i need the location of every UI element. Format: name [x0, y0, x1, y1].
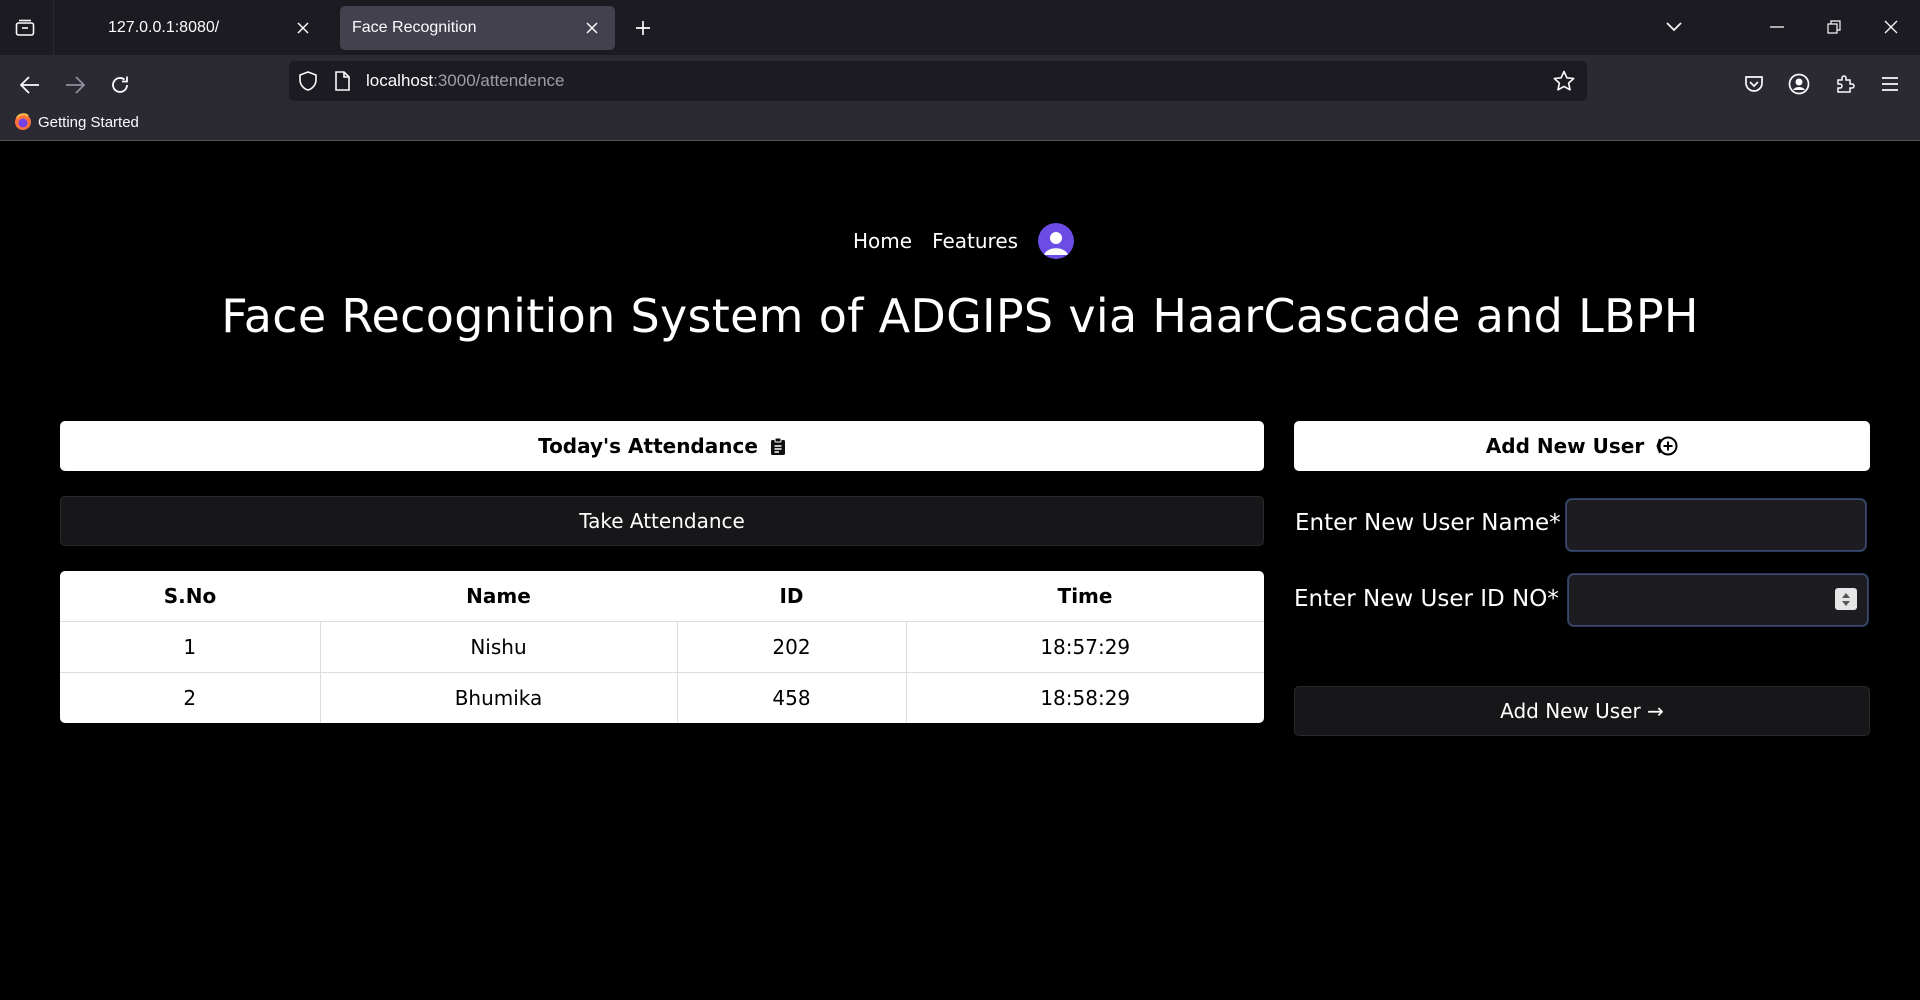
- page-title: Face Recognition System of ADGIPS via Ha…: [221, 289, 1699, 343]
- tracking-shield-icon[interactable]: [297, 70, 319, 92]
- tab-title: Face Recognition: [352, 19, 477, 36]
- forward-arrow-icon[interactable]: [55, 65, 95, 105]
- bookmark-getting-started[interactable]: Getting Started: [14, 113, 139, 131]
- user-name-input[interactable]: [1566, 499, 1866, 551]
- firefox-logo-icon: [15, 113, 31, 130]
- site-nav: Home Features: [853, 221, 1075, 261]
- tab-separator: [53, 0, 54, 55]
- url-path: :3000/attendence: [433, 71, 565, 90]
- nav-link-home[interactable]: Home: [853, 229, 912, 253]
- number-spinner-icon[interactable]: [1835, 588, 1857, 610]
- restore-window-icon[interactable]: [1817, 12, 1851, 42]
- column-header-id: ID: [779, 583, 804, 608]
- cell-name: Bhumika: [319, 671, 677, 723]
- menu-hamburger-icon[interactable]: [1871, 65, 1909, 103]
- url-bar[interactable]: localhost:3000/attendence: [289, 61, 1587, 101]
- cell-sno: 2: [60, 671, 320, 723]
- add-circle-icon: [1656, 436, 1678, 456]
- browser-tab-face-recognition[interactable]: Face Recognition: [340, 6, 615, 50]
- add-new-user-submit-button[interactable]: Add New User →: [1294, 686, 1870, 736]
- list-all-tabs-chevron-icon[interactable]: [1657, 12, 1691, 42]
- back-arrow-icon[interactable]: [10, 65, 50, 105]
- clipboard-icon: [770, 437, 785, 455]
- tab-title: 127.0.0.1:8080/: [108, 19, 220, 36]
- user-avatar-icon[interactable]: [1038, 223, 1075, 259]
- user-id-input[interactable]: [1568, 574, 1868, 626]
- column-header-sno: S.No: [163, 583, 217, 608]
- attendance-table: S.No Name ID Time 1 Nishu 202 18:57:29 2…: [60, 571, 1264, 723]
- column-header-name: Name: [466, 583, 531, 608]
- cell-time: 18:58:29: [905, 671, 1264, 723]
- column-header-time: Time: [1057, 583, 1113, 608]
- pocket-icon[interactable]: [1735, 65, 1773, 103]
- url-text[interactable]: localhost:3000/attendence: [366, 71, 565, 91]
- bookmark-label: Getting Started: [38, 113, 139, 131]
- reload-icon[interactable]: [100, 65, 140, 105]
- browser-tabbar: 127.0.0.1:8080/ Face Recognition: [0, 0, 1920, 55]
- table-row: 2 Bhumika 458 18:58:29: [60, 671, 1264, 723]
- browser-tab-localhost-8080[interactable]: 127.0.0.1:8080/: [82, 6, 326, 50]
- take-attendance-button[interactable]: Take Attendance: [60, 496, 1264, 546]
- todays-attendance-header: Today's Attendance: [60, 421, 1264, 471]
- minimize-window-icon[interactable]: [1760, 12, 1794, 42]
- tab-list-icon[interactable]: [10, 14, 40, 42]
- bookmark-star-icon[interactable]: [1553, 70, 1575, 92]
- cell-name: Nishu: [319, 620, 677, 672]
- new-tab-plus-icon[interactable]: [629, 14, 657, 42]
- close-window-icon[interactable]: [1874, 12, 1908, 42]
- close-tab-icon[interactable]: [292, 17, 314, 39]
- user-id-label: Enter New User ID NO*: [1294, 586, 1559, 612]
- user-name-label: Enter New User Name*: [1295, 510, 1561, 536]
- nav-link-features[interactable]: Features: [932, 229, 1018, 253]
- add-new-user-header-label: Add New User: [1485, 434, 1645, 458]
- extensions-puzzle-icon[interactable]: [1826, 65, 1864, 103]
- cell-id: 202: [676, 620, 906, 672]
- url-host: localhost: [366, 71, 434, 90]
- cell-sno: 1: [60, 620, 320, 672]
- table-row: 1 Nishu 202 18:57:29: [60, 620, 1264, 672]
- page-content: Home Features Face Recognition System of…: [0, 141, 1920, 1000]
- cell-time: 18:57:29: [905, 620, 1264, 672]
- account-icon[interactable]: [1780, 65, 1818, 103]
- close-tab-icon[interactable]: [581, 17, 603, 39]
- take-attendance-label: Take Attendance: [579, 509, 745, 533]
- add-new-user-submit-label: Add New User →: [1500, 699, 1664, 723]
- add-new-user-header: Add New User: [1294, 421, 1870, 471]
- page-info-icon[interactable]: [331, 70, 353, 92]
- cell-id: 458: [676, 671, 906, 723]
- todays-attendance-label: Today's Attendance: [538, 434, 758, 458]
- bookmarks-toolbar: Getting Started: [0, 105, 1920, 145]
- table-header-row: S.No Name ID Time: [60, 571, 1264, 621]
